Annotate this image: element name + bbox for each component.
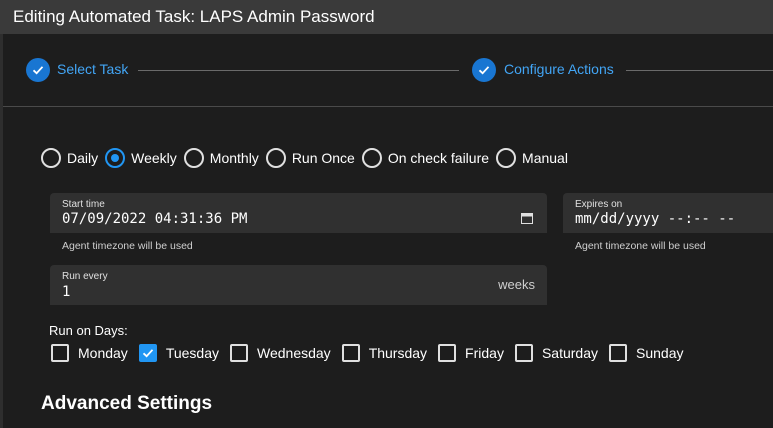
start-time-field[interactable]: Start time 07/09/2022 04:31:36 PM bbox=[50, 193, 547, 233]
radio-manual-label: Manual bbox=[522, 150, 568, 166]
radio-run-once-label: Run Once bbox=[291, 150, 355, 166]
expires-on-field[interactable]: Expires on mm/dd/yyyy --:-- -- bbox=[563, 193, 773, 233]
step-select-task[interactable]: Select Task bbox=[57, 61, 128, 77]
stepper: Select Task Configure Actions bbox=[3, 34, 773, 106]
run-every-field[interactable]: Run every 1 weeks bbox=[50, 265, 547, 305]
day-monday-label: Monday bbox=[78, 345, 128, 361]
run-every-suffix: weeks bbox=[498, 277, 535, 292]
day-friday-checkbox[interactable] bbox=[438, 344, 457, 362]
start-time-label: Start time bbox=[62, 199, 105, 210]
stepper-divider bbox=[3, 106, 773, 107]
advanced-settings-heading: Advanced Settings bbox=[41, 393, 213, 414]
radio-on-check-failure-label: On check failure bbox=[387, 150, 490, 166]
radio-on-check-failure[interactable]: On check failure bbox=[361, 148, 490, 168]
day-wednesday-checkbox[interactable] bbox=[230, 344, 248, 362]
radio-run-once-circle[interactable] bbox=[265, 148, 286, 168]
start-time-value[interactable]: 07/09/2022 04:31:36 PM bbox=[62, 211, 247, 227]
radio-weekly-label: Weekly bbox=[131, 150, 177, 166]
step-2-check-icon[interactable] bbox=[472, 58, 496, 82]
radio-weekly[interactable]: Weekly bbox=[105, 148, 177, 168]
day-tuesday-checkbox[interactable] bbox=[138, 344, 157, 362]
day-thursday-label: Thursday bbox=[368, 345, 428, 361]
run-on-days-group: Monday Tuesday Wednesday Thursday Friday… bbox=[51, 343, 694, 363]
day-saturday-checkbox[interactable] bbox=[514, 344, 533, 362]
radio-weekly-circle[interactable] bbox=[105, 148, 126, 168]
expires-on-label: Expires on bbox=[575, 199, 623, 210]
check-icon bbox=[142, 349, 153, 358]
start-time-hint: Agent timezone will be used bbox=[62, 240, 193, 252]
run-every-label: Run every bbox=[62, 271, 108, 282]
day-saturday[interactable]: Saturday bbox=[514, 344, 598, 362]
day-monday[interactable]: Monday bbox=[51, 344, 128, 362]
radio-daily-label: Daily bbox=[67, 150, 99, 166]
radio-daily-circle[interactable] bbox=[41, 148, 61, 168]
run-on-days-label: Run on Days: bbox=[49, 323, 128, 338]
step-1-check-icon[interactable] bbox=[26, 58, 50, 82]
expires-on-hint: Agent timezone will be used bbox=[575, 240, 706, 252]
day-monday-checkbox[interactable] bbox=[51, 344, 69, 362]
radio-monthly-label: Monthly bbox=[209, 150, 259, 166]
radio-manual[interactable]: Manual bbox=[496, 148, 568, 168]
radio-manual-circle[interactable] bbox=[496, 148, 517, 168]
day-sunday-checkbox[interactable] bbox=[609, 344, 627, 362]
radio-daily[interactable]: Daily bbox=[41, 148, 98, 168]
run-every-value[interactable]: 1 bbox=[62, 284, 70, 300]
day-thursday[interactable]: Thursday bbox=[341, 344, 428, 362]
radio-monthly[interactable]: Monthly bbox=[183, 148, 259, 168]
day-tuesday-label: Tuesday bbox=[165, 345, 219, 361]
day-sunday-label: Sunday bbox=[636, 345, 684, 361]
day-sunday[interactable]: Sunday bbox=[609, 344, 683, 362]
step-connector bbox=[138, 70, 459, 71]
dialog-title: Editing Automated Task: LAPS Admin Passw… bbox=[13, 7, 375, 26]
schedule-radio-group: Daily Weekly Monthly Run Once On check f… bbox=[41, 147, 575, 169]
day-friday-label: Friday bbox=[465, 345, 504, 361]
day-wednesday-label: Wednesday bbox=[257, 345, 331, 361]
day-thursday-checkbox[interactable] bbox=[341, 344, 360, 362]
step-configure-actions[interactable]: Configure Actions bbox=[504, 61, 614, 77]
day-saturday-label: Saturday bbox=[541, 345, 598, 361]
radio-monthly-circle[interactable] bbox=[183, 148, 204, 168]
day-wednesday[interactable]: Wednesday bbox=[230, 344, 331, 362]
day-tuesday[interactable]: Tuesday bbox=[138, 344, 219, 362]
day-friday[interactable]: Friday bbox=[438, 344, 504, 362]
radio-on-check-failure-circle[interactable] bbox=[361, 148, 382, 168]
expires-on-placeholder[interactable]: mm/dd/yyyy --:-- -- bbox=[575, 211, 735, 227]
dialog-title-bar: Editing Automated Task: LAPS Admin Passw… bbox=[0, 0, 773, 34]
calendar-icon[interactable] bbox=[521, 211, 533, 229]
radio-run-once[interactable]: Run Once bbox=[265, 148, 355, 168]
step-connector-trailing bbox=[626, 70, 773, 71]
